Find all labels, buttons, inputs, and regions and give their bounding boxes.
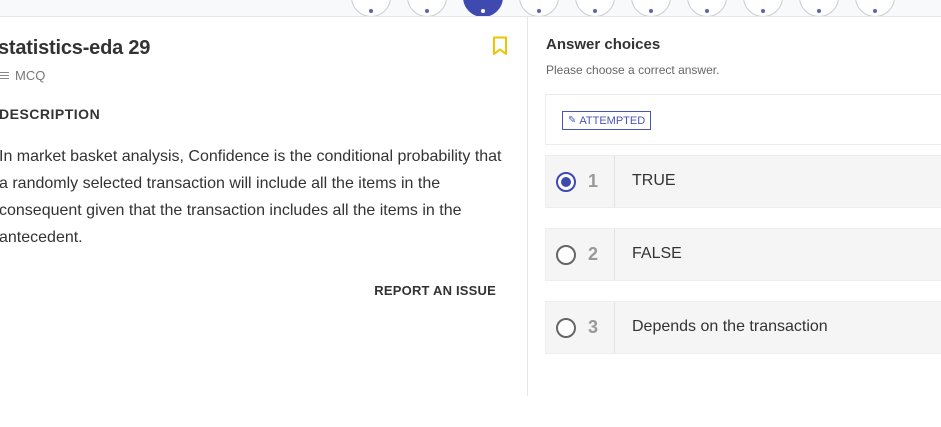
radio-button[interactable] <box>556 245 576 265</box>
report-issue-link[interactable]: REPORT AN ISSUE <box>374 283 496 298</box>
question-dot-1[interactable] <box>351 0 391 16</box>
question-dot-10[interactable] <box>855 0 895 16</box>
question-dot-6[interactable] <box>631 0 671 16</box>
question-dot-2[interactable] <box>407 0 447 16</box>
divider <box>614 156 615 207</box>
radio-button[interactable] <box>556 318 576 338</box>
question-navigator <box>0 0 941 17</box>
choice-number: 1 <box>588 171 599 191</box>
question-title: statistics-eda 29 <box>0 37 151 59</box>
question-type: MCQ <box>0 68 45 83</box>
answer-choice-3[interactable]: 3 Depends on the transaction <box>545 301 941 354</box>
choice-text: TRUE <box>632 172 676 189</box>
question-dot-8[interactable] <box>743 0 783 16</box>
status-box: ✎ ATTEMPTED <box>545 94 941 145</box>
question-dot-4[interactable] <box>519 0 559 16</box>
question-dot-7[interactable] <box>687 0 727 16</box>
pencil-icon: ✎ <box>568 114 577 126</box>
divider <box>614 229 615 280</box>
answer-choices-title: Answer choices <box>546 36 661 53</box>
question-type-label: MCQ <box>15 68 46 83</box>
answer-panel: Answer choices Please choose a correct a… <box>545 17 941 407</box>
answer-choice-2[interactable]: 2 FALSE <box>545 228 941 281</box>
question-panel: statistics-eda 29 MCQ DESCRIPTION In mar… <box>0 17 528 396</box>
choice-text: FALSE <box>632 245 682 262</box>
divider <box>614 302 615 353</box>
status-label: ATTEMPTED <box>579 114 646 127</box>
question-dot-5[interactable] <box>575 0 615 16</box>
status-badge: ✎ ATTEMPTED <box>562 111 652 130</box>
list-icon <box>0 72 9 79</box>
choice-text: Depends on the transaction <box>632 318 828 335</box>
question-dot-3-active[interactable] <box>463 0 503 16</box>
question-description: In market basket analysis, Confidence is… <box>0 148 502 246</box>
question-dot-9[interactable] <box>799 0 839 16</box>
answer-hint: Please choose a correct answer. <box>546 63 720 77</box>
bookmark-icon[interactable] <box>492 36 508 56</box>
choice-number: 2 <box>588 244 599 264</box>
choice-number: 3 <box>588 317 599 337</box>
description-heading: DESCRIPTION <box>0 106 101 122</box>
answer-choice-1[interactable]: 1 TRUE <box>545 155 941 208</box>
radio-button-selected[interactable] <box>556 172 576 192</box>
